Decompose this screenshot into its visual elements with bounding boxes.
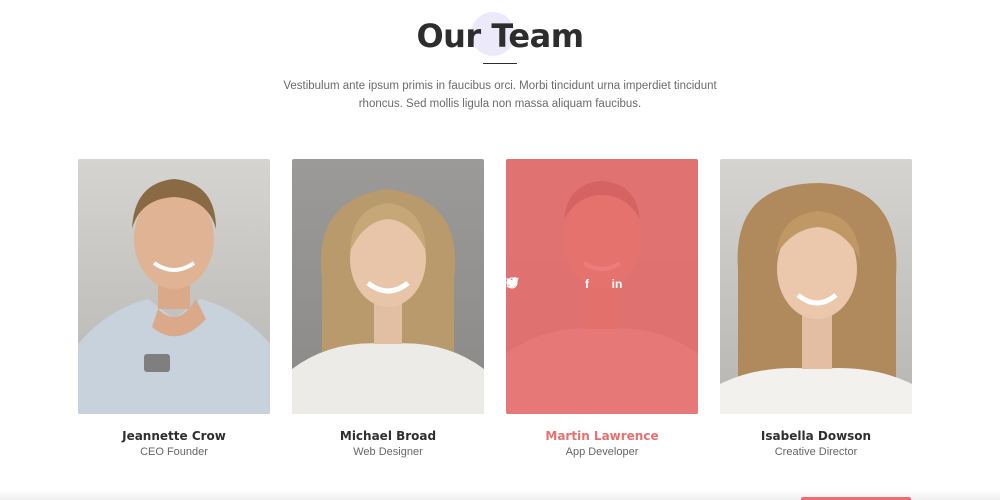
team-card[interactable]: Isabella Dowson Creative Director: [720, 159, 912, 458]
team-card[interactable]: Michael Broad Web Designer: [292, 159, 484, 458]
title-wrap: Our Team: [416, 12, 584, 56]
member-role: Web Designer: [353, 446, 423, 458]
social-links: f in: [506, 277, 698, 297]
team-grid: Jeannette Crow CEO Founder Michael Broad…: [78, 159, 912, 469]
member-photo[interactable]: f in: [506, 159, 698, 414]
team-card-active[interactable]: f in Martin Lawrence App Developer: [506, 159, 698, 458]
team-card[interactable]: Jeannette Crow CEO Founder: [78, 159, 270, 458]
member-photo-illustration: [292, 189, 484, 414]
facebook-icon[interactable]: f: [580, 277, 594, 291]
linkedin-icon[interactable]: in: [610, 277, 624, 291]
member-photo[interactable]: [292, 159, 484, 414]
member-name[interactable]: Jeannette Crow: [78, 429, 270, 443]
section-title: Our Team: [416, 17, 584, 55]
member-name[interactable]: Michael Broad: [292, 429, 484, 443]
member-photo-illustration: [720, 183, 912, 414]
member-photo[interactable]: [720, 159, 912, 414]
member-role: App Developer: [565, 446, 639, 458]
member-photo-illustration: [78, 179, 270, 414]
section-intro: Vestibulum ante ipsum primis in faucibus…: [283, 80, 717, 110]
member-role: Creative Director: [774, 446, 858, 458]
twitter-icon[interactable]: [506, 277, 564, 291]
dribbble-icon[interactable]: [506, 277, 654, 291]
title-underline: [483, 63, 517, 64]
member-name[interactable]: Isabella Dowson: [720, 429, 912, 443]
member-role: CEO Founder: [140, 446, 208, 458]
member-name[interactable]: Martin Lawrence: [506, 429, 698, 443]
team-section-header: Our Team Vestibulum ante ipsum primis in…: [0, 0, 1000, 113]
member-photo[interactable]: [78, 159, 270, 414]
